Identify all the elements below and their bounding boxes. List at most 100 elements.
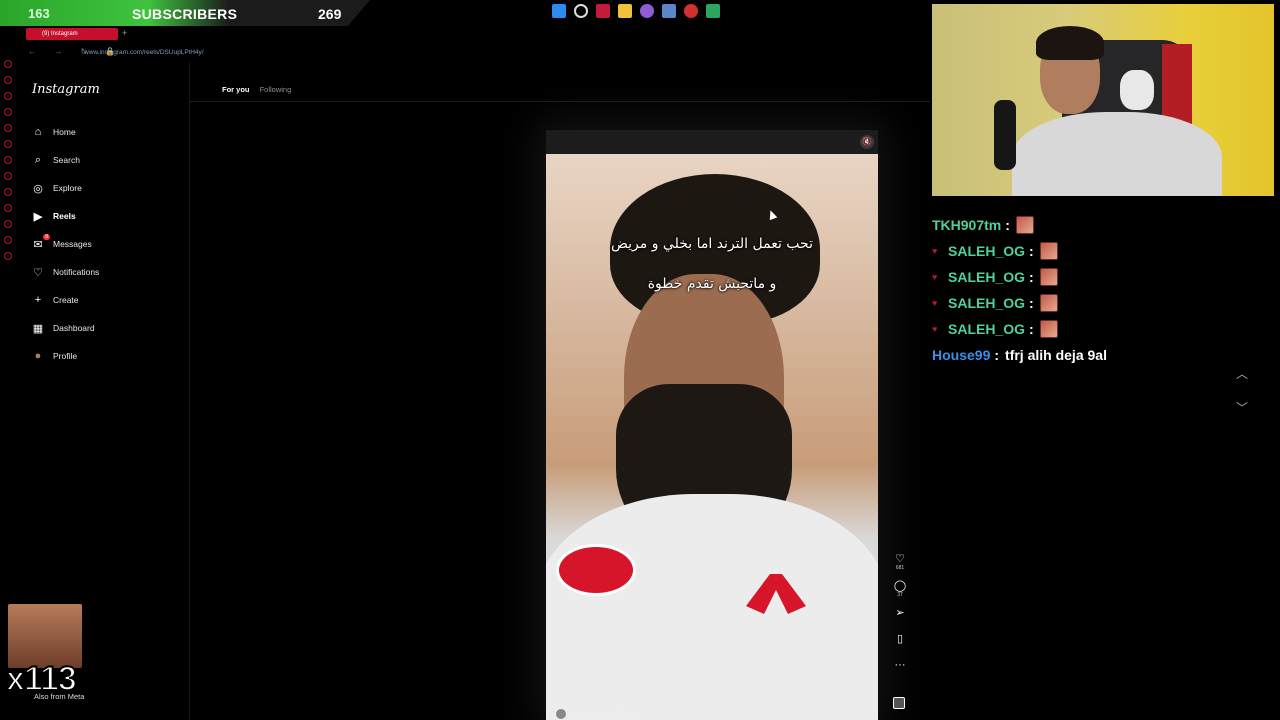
chat-separator: : — [1029, 295, 1034, 311]
chevron-up-icon[interactable]: ︿ — [1234, 366, 1250, 382]
strip-icon[interactable] — [4, 92, 12, 100]
chat-separator: : — [1029, 269, 1034, 285]
strip-icon[interactable] — [4, 108, 12, 116]
author-name[interactable]: jihed_cherni — [570, 711, 605, 718]
reels-icon: ▶ — [33, 210, 43, 223]
strip-icon[interactable] — [4, 188, 12, 196]
sidebar-item-label: Profile — [53, 351, 78, 361]
chat-separator: : — [1029, 243, 1034, 259]
sidebar-item-reels[interactable]: ▶ Reels — [32, 202, 99, 230]
instagram-logo[interactable]: Instagram — [32, 82, 100, 97]
strip-icon[interactable] — [4, 124, 12, 132]
chat-message: ♥ SALEH_OG : — [932, 316, 1262, 342]
chat-separator: : — [1029, 321, 1034, 337]
sidebar-item-profile[interactable]: ● Profile — [32, 342, 99, 370]
emote-combo-count: x113 — [5, 659, 78, 699]
strip-icon[interactable] — [4, 236, 12, 244]
share-icon[interactable]: ➢ — [895, 607, 904, 619]
side-icon-strip — [4, 60, 18, 260]
strip-icon[interactable] — [4, 252, 12, 260]
reel-top-bar — [546, 130, 878, 154]
streamer-shirt — [1012, 112, 1222, 196]
emote-icon — [1039, 268, 1058, 286]
strip-icon[interactable] — [4, 76, 12, 84]
home-icon: ⌂ — [34, 126, 42, 138]
browser-tab-instagram[interactable]: (9) Instagram — [26, 28, 118, 40]
sidebar-item-label: Messages — [53, 239, 92, 249]
strip-icon[interactable] — [4, 60, 12, 68]
chat-username[interactable]: SALEH_OG — [948, 295, 1025, 311]
comment-icon[interactable]: ◯ — [894, 580, 906, 592]
tab-for-you[interactable]: For you — [222, 85, 250, 94]
windows-icon[interactable] — [552, 4, 566, 18]
emote-icon — [1015, 216, 1034, 234]
reel-player[interactable]: 🔇 تحب تعمل الترند اما بخلي و مريض و ماتح… — [546, 130, 878, 720]
audio-thumbnail[interactable] — [893, 697, 905, 709]
sidebar-item-messages[interactable]: ✉ 9 Messages — [32, 230, 99, 258]
reel-actions: ♡ 681 ◯ 37 ➢ ▯ ··· — [892, 553, 908, 671]
search-icon[interactable] — [574, 4, 588, 18]
stream-chat: TKH907tm : ♥ SALEH_OG : ♥ SALEH_OG : ♥ S… — [932, 212, 1262, 368]
emote-combo-image — [8, 604, 82, 668]
emote-icon — [1039, 242, 1058, 260]
sidebar-item-create[interactable]: + Create — [32, 286, 99, 314]
new-tab-button[interactable]: + — [122, 28, 127, 38]
bookmark-icon[interactable]: ▯ — [897, 633, 903, 645]
strip-icon[interactable] — [4, 172, 12, 180]
chat-username[interactable]: TKH907tm — [932, 217, 1001, 233]
feed-tabs: For you Following — [222, 85, 291, 94]
chat-username[interactable]: SALEH_OG — [948, 269, 1025, 285]
jersey-crest — [556, 544, 636, 596]
dashboard-icon: ▦ — [32, 322, 44, 335]
mute-icon[interactable]: 🔇 — [860, 135, 874, 149]
author-avatar[interactable] — [556, 709, 566, 719]
more-options-icon[interactable]: ··· — [895, 659, 906, 671]
messenger-icon: ✉ 9 — [32, 234, 50, 251]
heart-badge-icon: ♥ — [932, 298, 938, 308]
messenger-glyph: ✉ — [33, 238, 43, 251]
like-count: 681 — [895, 565, 905, 571]
chat-message: House99 : tfrj alih deja 9al — [932, 342, 1262, 368]
strip-icon[interactable] — [4, 220, 12, 228]
url-text[interactable]: www.instagram.com/reels/DSUupLPlH4y/ — [84, 49, 204, 56]
reel-caption-line-1: تحب تعمل الترند اما بخلي و مريض — [610, 236, 813, 252]
chat-text: tfrj alih deja 9al — [1005, 347, 1107, 363]
folder-icon[interactable] — [618, 4, 632, 18]
chevron-down-icon[interactable]: ﹀ — [1234, 400, 1250, 416]
chrome-icon[interactable] — [684, 4, 698, 18]
sidebar-item-label: Create — [53, 295, 79, 305]
chat-username[interactable]: House99 — [932, 347, 990, 363]
author-separator: • — [609, 710, 612, 718]
discord-icon[interactable] — [640, 4, 654, 18]
steam-icon[interactable] — [662, 4, 676, 18]
strip-icon[interactable] — [4, 140, 12, 148]
app-icon[interactable] — [596, 4, 610, 18]
sidebar-item-search[interactable]: ⌕ Search — [32, 146, 99, 174]
avatar: ● — [34, 350, 42, 362]
chat-message: TKH907tm : — [932, 212, 1262, 238]
plus-icon: + — [34, 294, 42, 306]
subscriber-count: 163 — [28, 6, 50, 21]
chat-username[interactable]: SALEH_OG — [948, 243, 1025, 259]
like-icon[interactable]: ♡ — [895, 553, 905, 565]
subscriber-goal: 269 — [318, 6, 342, 22]
sidebar-item-label: Dashboard — [53, 323, 95, 333]
sidebar-item-dashboard[interactable]: ▦ Dashboard — [32, 314, 99, 342]
tab-following[interactable]: Following — [260, 85, 292, 94]
follow-button[interactable]: Follow — [615, 711, 636, 718]
sidebar-item-label: Search — [53, 155, 80, 165]
chat-message: ♥ SALEH_OG : — [932, 290, 1262, 316]
sidebar-item-explore[interactable]: ◎ Explore — [32, 174, 99, 202]
chat-username[interactable]: SALEH_OG — [948, 321, 1025, 337]
comment-count: 37 — [897, 592, 903, 598]
strip-icon[interactable] — [4, 156, 12, 164]
sidebar-item-notifications[interactable]: ♡ Notifications — [32, 258, 99, 286]
sidebar-divider — [189, 62, 190, 720]
strip-icon[interactable] — [4, 204, 12, 212]
reel-video[interactable]: تحب تعمل الترند اما بخلي و مريض و ماتحبش… — [546, 154, 878, 720]
terminal-icon[interactable] — [706, 4, 720, 18]
reel-caption-line-2: و ماتحبش تقدم خطوة — [647, 276, 777, 292]
taskbar — [552, 4, 720, 18]
sidebar-item-home[interactable]: ⌂ Home — [32, 118, 99, 146]
screen: 163 SUBSCRIBERS 269 (9) Instagram + ← → … — [0, 0, 1280, 720]
